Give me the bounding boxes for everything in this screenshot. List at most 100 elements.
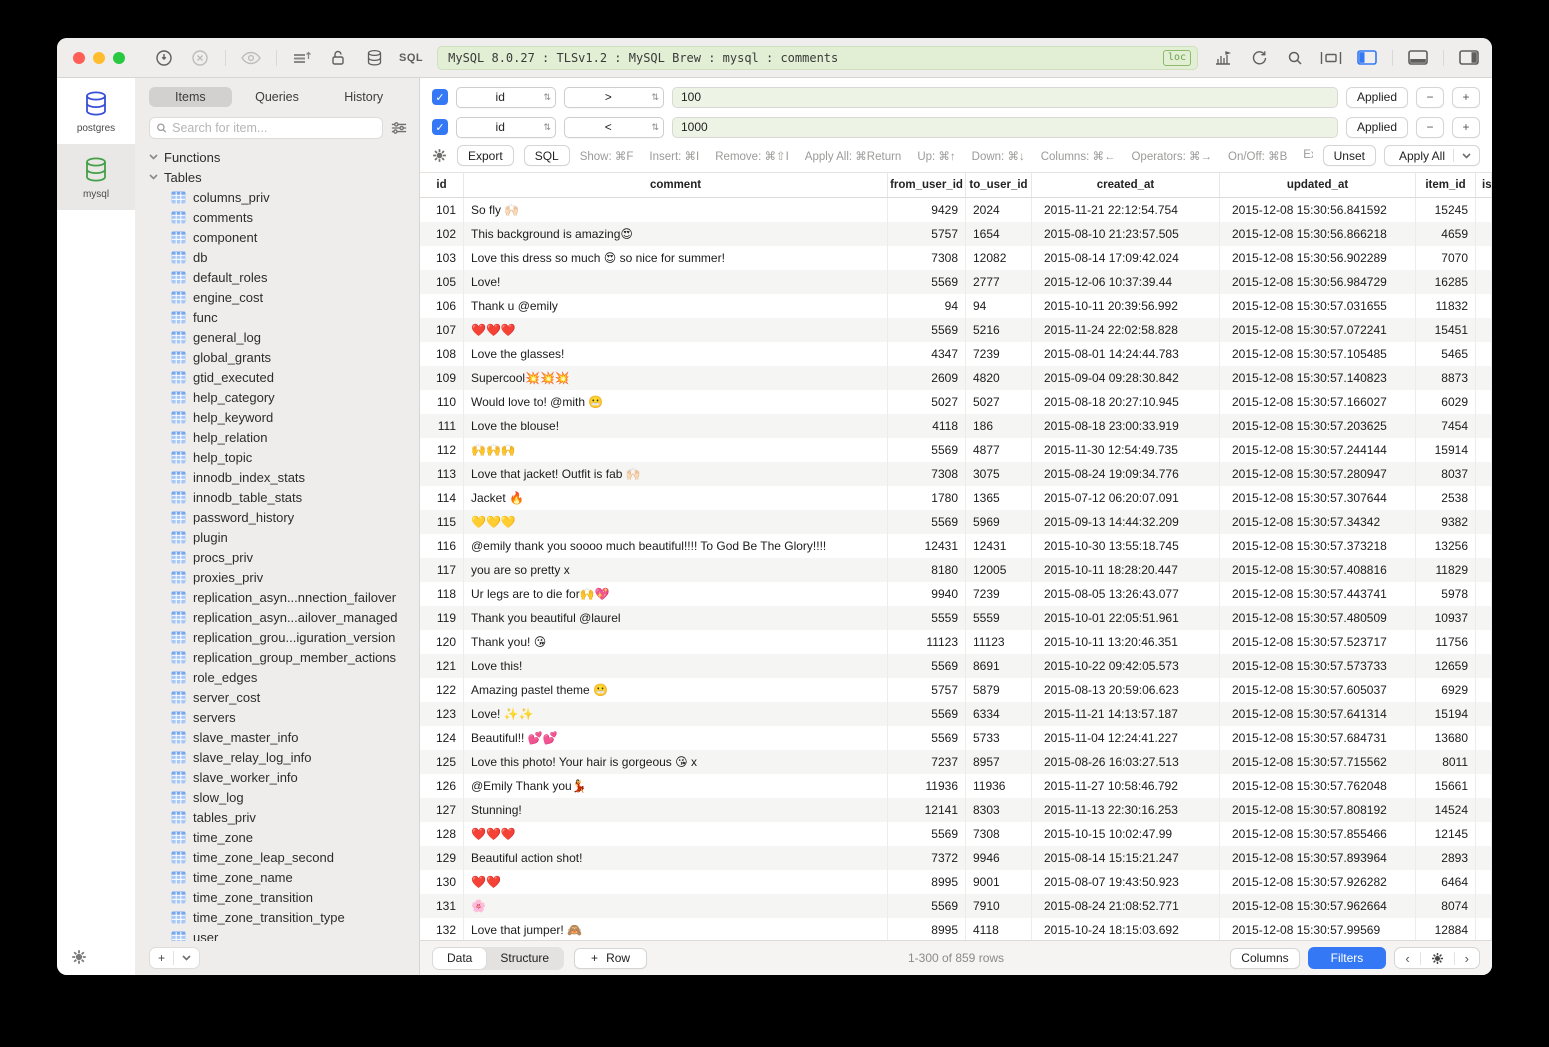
filter-value-input[interactable]: 1000 [672, 117, 1338, 138]
cell-created_at[interactable]: 2015-08-01 14:24:44.783 [1032, 342, 1220, 366]
cell-id[interactable]: 107 [420, 318, 464, 342]
cell-item_id[interactable]: 8873 [1416, 366, 1476, 390]
cell-updated_at[interactable]: 2015-12-08 15:30:57.641314 [1220, 702, 1416, 726]
cell-id[interactable]: 112 [420, 438, 464, 462]
table-row[interactable]: 129Beautiful action shot!737299462015-08… [420, 846, 1492, 870]
table-item-server_cost[interactable]: server_cost [149, 687, 419, 707]
close-window-button[interactable] [73, 52, 85, 64]
cell-created_at[interactable]: 2015-08-18 23:00:33.919 [1032, 414, 1220, 438]
cell-updated_at[interactable]: 2015-12-08 15:30:57.573733 [1220, 654, 1416, 678]
cell-is_[interactable] [1476, 774, 1492, 798]
cell-updated_at[interactable]: 2015-12-08 15:30:57.715562 [1220, 750, 1416, 774]
cell-to_user_id[interactable]: 6334 [966, 702, 1032, 726]
cell-to_user_id[interactable]: 12005 [966, 558, 1032, 582]
cell-item_id[interactable]: 5465 [1416, 342, 1476, 366]
table-item-innodb_index_stats[interactable]: innodb_index_stats [149, 467, 419, 487]
connection-mysql[interactable]: mysql [57, 144, 135, 210]
tab-history[interactable]: History [322, 87, 405, 107]
table-row[interactable]: 105Love!556927772015-12-06 10:37:39.4420… [420, 270, 1492, 294]
cell-from_user_id[interactable]: 7308 [888, 246, 966, 270]
cell-to_user_id[interactable]: 1654 [966, 222, 1032, 246]
filter-enabled-checkbox[interactable]: ✓ [432, 119, 448, 135]
cell-from_user_id[interactable]: 5569 [888, 726, 966, 750]
cell-item_id[interactable]: 4659 [1416, 222, 1476, 246]
cell-to_user_id[interactable]: 12431 [966, 534, 1032, 558]
table-item-time_zone_name[interactable]: time_zone_name [149, 867, 419, 887]
cell-created_at[interactable]: 2015-08-24 21:08:52.771 [1032, 894, 1220, 918]
filter-enabled-checkbox[interactable]: ✓ [432, 89, 448, 105]
toggle-bottom-panel-icon[interactable] [1407, 47, 1429, 69]
cell-from_user_id[interactable]: 5757 [888, 222, 966, 246]
cell-comment[interactable]: 💛💛💛 [464, 510, 888, 534]
remove-filter-button[interactable]: − [1416, 87, 1444, 108]
table-row[interactable]: 106Thank u @emily94942015-10-11 20:39:56… [420, 294, 1492, 318]
cell-is_[interactable] [1476, 846, 1492, 870]
cell-to_user_id[interactable]: 9001 [966, 870, 1032, 894]
cell-updated_at[interactable]: 2015-12-08 15:30:57.105485 [1220, 342, 1416, 366]
cell-updated_at[interactable]: 2015-12-08 15:30:57.99569 [1220, 918, 1416, 940]
table-row[interactable]: 117you are so pretty x8180120052015-10-1… [420, 558, 1492, 582]
lock-icon[interactable] [327, 47, 349, 69]
cell-created_at[interactable]: 2015-08-05 13:26:43.077 [1032, 582, 1220, 606]
search-icon[interactable] [1284, 47, 1306, 69]
cell-item_id[interactable]: 12659 [1416, 654, 1476, 678]
cell-id[interactable]: 128 [420, 822, 464, 846]
cell-created_at[interactable]: 2015-08-24 19:09:34.776 [1032, 462, 1220, 486]
cell-created_at[interactable]: 2015-10-01 22:05:51.961 [1032, 606, 1220, 630]
cell-item_id[interactable]: 6029 [1416, 390, 1476, 414]
cell-to_user_id[interactable]: 7239 [966, 342, 1032, 366]
export-button[interactable]: Export [457, 145, 514, 166]
cell-updated_at[interactable]: 2015-12-08 15:30:57.166027 [1220, 390, 1416, 414]
table-row[interactable]: 118Ur legs are to die for🙌💖994072392015-… [420, 582, 1492, 606]
cell-comment[interactable]: Love this dress so much 😍 so nice for su… [464, 246, 888, 270]
cell-created_at[interactable]: 2015-08-18 20:27:10.945 [1032, 390, 1220, 414]
cell-comment[interactable]: 🙌🙌🙌 [464, 438, 888, 462]
cell-updated_at[interactable]: 2015-12-08 15:30:56.841592 [1220, 198, 1416, 222]
column-header-updated_at[interactable]: updated_at [1220, 173, 1416, 197]
cell-created_at[interactable]: 2015-11-13 22:30:16.253 [1032, 798, 1220, 822]
filter-applied-button[interactable]: Applied [1346, 87, 1408, 108]
column-header-id[interactable]: id [420, 173, 464, 197]
cell-created_at[interactable]: 2015-08-26 16:03:27.513 [1032, 750, 1220, 774]
cell-comment[interactable]: So fly 🙌🏻 [464, 198, 888, 222]
table-item-time_zone[interactable]: time_zone [149, 827, 419, 847]
cell-from_user_id[interactable]: 1780 [888, 486, 966, 510]
cell-is_[interactable] [1476, 246, 1492, 270]
cell-to_user_id[interactable]: 2777 [966, 270, 1032, 294]
table-item-func[interactable]: func [149, 307, 419, 327]
cell-to_user_id[interactable]: 186 [966, 414, 1032, 438]
table-item-slow_log[interactable]: slow_log [149, 787, 419, 807]
cell-item_id[interactable]: 6464 [1416, 870, 1476, 894]
cell-is_[interactable] [1476, 198, 1492, 222]
connection-icon[interactable] [153, 47, 175, 69]
cell-item_id[interactable]: 15245 [1416, 198, 1476, 222]
cell-comment[interactable]: Love this photo! Your hair is gorgeous 😘… [464, 750, 888, 774]
settings-gear-icon[interactable] [71, 949, 87, 965]
cell-created_at[interactable]: 2015-10-11 18:28:20.447 [1032, 558, 1220, 582]
cell-to_user_id[interactable]: 8957 [966, 750, 1032, 774]
cell-item_id[interactable]: 14524 [1416, 798, 1476, 822]
cell-id[interactable]: 121 [420, 654, 464, 678]
cell-id[interactable]: 117 [420, 558, 464, 582]
cell-from_user_id[interactable]: 5569 [888, 270, 966, 294]
cell-item_id[interactable]: 5978 [1416, 582, 1476, 606]
table-row[interactable]: 132Love that jumper! 🙈899541182015-10-24… [420, 918, 1492, 940]
database-icon[interactable] [363, 47, 385, 69]
cell-id[interactable]: 116 [420, 534, 464, 558]
cell-is_[interactable] [1476, 462, 1492, 486]
cell-to_user_id[interactable]: 7308 [966, 822, 1032, 846]
cell-created_at[interactable]: 2015-08-14 17:09:42.024 [1032, 246, 1220, 270]
cell-from_user_id[interactable]: 5027 [888, 390, 966, 414]
cell-updated_at[interactable]: 2015-12-08 15:30:57.893964 [1220, 846, 1416, 870]
table-item-innodb_table_stats[interactable]: innodb_table_stats [149, 487, 419, 507]
table-item-default_roles[interactable]: default_roles [149, 267, 419, 287]
cell-comment[interactable]: Amazing pastel theme 😬 [464, 678, 888, 702]
table-row[interactable]: 103Love this dress so much 😍 so nice for… [420, 246, 1492, 270]
cell-updated_at[interactable]: 2015-12-08 15:30:57.926282 [1220, 870, 1416, 894]
cell-id[interactable]: 108 [420, 342, 464, 366]
cell-comment[interactable]: you are so pretty x [464, 558, 888, 582]
table-row[interactable]: 127Stunning!1214183032015-11-13 22:30:16… [420, 798, 1492, 822]
cell-is_[interactable] [1476, 750, 1492, 774]
table-item-replication_group_member_actions[interactable]: replication_group_member_actions [149, 647, 419, 667]
cell-item_id[interactable]: 15451 [1416, 318, 1476, 342]
